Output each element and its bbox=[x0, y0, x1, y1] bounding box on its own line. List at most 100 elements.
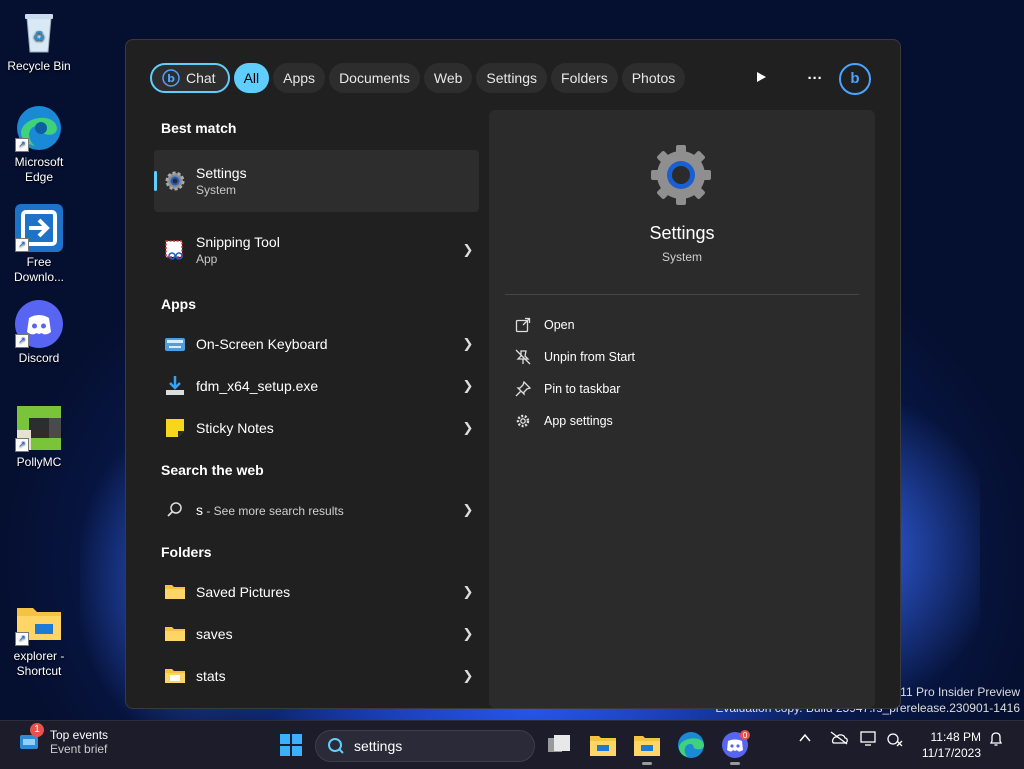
action-app-settings[interactable]: App settings bbox=[515, 410, 613, 432]
action-unpin-from-start[interactable]: Unpin from Start bbox=[515, 346, 635, 368]
chevron-right-icon[interactable]: ❯ bbox=[457, 626, 479, 642]
filter-documents[interactable]: Documents bbox=[329, 63, 420, 93]
edge-icon: ↗ bbox=[15, 104, 63, 152]
more-options-button[interactable]: ··· bbox=[799, 64, 831, 94]
task-view-button[interactable] bbox=[543, 729, 575, 761]
clock[interactable]: 11:48 PM 11/17/2023 bbox=[905, 729, 981, 761]
chevron-right-icon[interactable]: ❯ bbox=[457, 242, 479, 258]
result-folder-stats[interactable]: stats ❯ bbox=[154, 655, 479, 697]
search-icon bbox=[328, 738, 344, 754]
filter-settings[interactable]: Settings bbox=[476, 63, 548, 93]
chevron-right-icon[interactable]: ❯ bbox=[457, 336, 479, 352]
edge-icon bbox=[678, 732, 704, 758]
shortcut-arrow-icon: ↗ bbox=[15, 632, 29, 646]
chevron-right-icon[interactable]: ❯ bbox=[457, 420, 479, 436]
desktop-icon-label: Downlo... bbox=[13, 270, 65, 284]
shortcut-arrow-icon: ↗ bbox=[15, 334, 29, 348]
section-search-web: Search the web bbox=[161, 462, 264, 478]
chevron-right-icon[interactable]: ❯ bbox=[457, 584, 479, 600]
bing-chat-icon: b bbox=[162, 69, 180, 87]
widgets-subtitle: Event brief bbox=[50, 742, 108, 756]
filter-apps[interactable]: Apps bbox=[273, 63, 326, 93]
result-title: fdm_x64_setup.exe bbox=[196, 378, 319, 394]
running-indicator bbox=[730, 762, 740, 765]
windows-watermark-line1: s 11 Pro Insider Preview bbox=[890, 685, 1020, 699]
result-web-search[interactable]: s - See more search results ❯ bbox=[154, 489, 479, 531]
shortcut-arrow-icon: ↗ bbox=[15, 238, 29, 252]
filter-all[interactable]: All bbox=[233, 63, 270, 93]
action-label: Pin to taskbar bbox=[544, 382, 621, 396]
action-pin-to-taskbar[interactable]: Pin to taskbar bbox=[515, 378, 620, 400]
installer-icon bbox=[164, 375, 186, 397]
filter-photos[interactable]: Photos bbox=[621, 63, 686, 93]
desktop-icon-free-download-manager[interactable]: ↗ Free Downlo... bbox=[1, 204, 77, 285]
task-view-icon bbox=[548, 735, 570, 752]
result-settings[interactable]: Settings System bbox=[154, 150, 479, 212]
folder-icon bbox=[590, 736, 616, 756]
svg-text:♻: ♻ bbox=[33, 29, 46, 45]
result-fdm-setup[interactable]: fdm_x64_setup.exe ❯ bbox=[154, 365, 479, 407]
taskbar-discord[interactable]: 0 bbox=[719, 729, 751, 765]
widgets-icon: 1 bbox=[18, 723, 44, 753]
action-open[interactable]: Open bbox=[515, 314, 575, 336]
filter-bar: b Chat All Apps Documents Web Settings F… bbox=[150, 63, 686, 95]
result-folder-saves[interactable]: saves ❯ bbox=[154, 613, 479, 655]
web-suffix: - See more search results bbox=[203, 504, 344, 518]
result-subtitle: System bbox=[196, 183, 237, 197]
folder-icon bbox=[634, 736, 660, 756]
onedrive-button[interactable] bbox=[829, 731, 849, 748]
web-query: s bbox=[196, 502, 203, 518]
network-button[interactable] bbox=[886, 731, 904, 750]
taskbar-search-input[interactable] bbox=[352, 737, 516, 755]
more-filters-play-button[interactable] bbox=[745, 64, 777, 94]
chevron-right-icon[interactable]: ❯ bbox=[457, 668, 479, 684]
desktop-icon-label: Recycle Bin bbox=[7, 59, 71, 73]
taskbar-edge[interactable] bbox=[675, 729, 707, 761]
bing-button[interactable]: b bbox=[839, 63, 871, 95]
result-sticky-notes[interactable]: Sticky Notes ❯ bbox=[154, 407, 479, 449]
folder-icon bbox=[164, 623, 186, 645]
filter-chat-label: Chat bbox=[186, 70, 216, 86]
desktop-icon-edge[interactable]: ↗ Microsoft Edge bbox=[1, 104, 77, 185]
desktop-icon-label: PollyMC bbox=[16, 455, 62, 469]
fdm-icon: ↗ bbox=[15, 204, 63, 252]
taskbar-search-box[interactable] bbox=[315, 730, 535, 762]
display-button[interactable] bbox=[860, 731, 878, 750]
gear-icon bbox=[515, 413, 531, 429]
filter-chat[interactable]: b Chat bbox=[150, 63, 230, 93]
start-button[interactable] bbox=[275, 729, 307, 761]
filter-folders[interactable]: Folders bbox=[551, 63, 618, 93]
folder-icon: ↗ bbox=[15, 598, 63, 646]
desktop-icon-pollymc[interactable]: ↗ PollyMC bbox=[1, 404, 77, 470]
taskbar-file-explorer-2[interactable] bbox=[631, 729, 663, 765]
notifications-button[interactable] bbox=[988, 731, 1004, 750]
desktop-icon-explorer-shortcut[interactable]: ↗ explorer - Shortcut bbox=[1, 598, 77, 679]
action-label: Open bbox=[544, 318, 575, 332]
chevron-right-icon[interactable]: ❯ bbox=[457, 502, 479, 518]
show-hidden-icons-button[interactable] bbox=[798, 731, 812, 748]
settings-gear-icon bbox=[649, 143, 713, 207]
widgets-button[interactable]: 1 Top events Event brief bbox=[18, 723, 109, 756]
result-folder-saved-pictures[interactable]: Saved Pictures ❯ bbox=[154, 571, 479, 613]
folder-icon bbox=[164, 665, 186, 687]
bell-icon bbox=[989, 732, 1003, 746]
widgets-title: Top events bbox=[50, 728, 109, 742]
result-title: On-Screen Keyboard bbox=[196, 336, 328, 352]
open-external-icon bbox=[515, 317, 531, 333]
desktop-icon-label: Microsoft bbox=[14, 155, 64, 169]
preview-subtitle: System bbox=[661, 250, 702, 264]
result-title: stats bbox=[196, 668, 226, 684]
filter-web[interactable]: Web bbox=[423, 63, 473, 93]
selection-indicator bbox=[154, 171, 157, 191]
display-icon bbox=[860, 731, 876, 746]
result-on-screen-keyboard[interactable]: On-Screen Keyboard ❯ bbox=[154, 323, 479, 365]
result-title: Snipping Tool bbox=[196, 234, 280, 250]
pollymc-icon: ↗ bbox=[15, 404, 63, 452]
widgets-badge: 1 bbox=[30, 723, 44, 737]
taskbar-file-explorer[interactable] bbox=[587, 729, 619, 761]
desktop-icon-recycle-bin[interactable]: ♻ Recycle Bin bbox=[1, 8, 77, 74]
chevron-right-icon[interactable]: ❯ bbox=[457, 378, 479, 394]
result-title: Saved Pictures bbox=[196, 584, 291, 600]
result-snipping-tool[interactable]: Snipping Tool App ❯ bbox=[154, 228, 479, 272]
desktop-icon-discord[interactable]: ↗ Discord bbox=[1, 300, 77, 366]
